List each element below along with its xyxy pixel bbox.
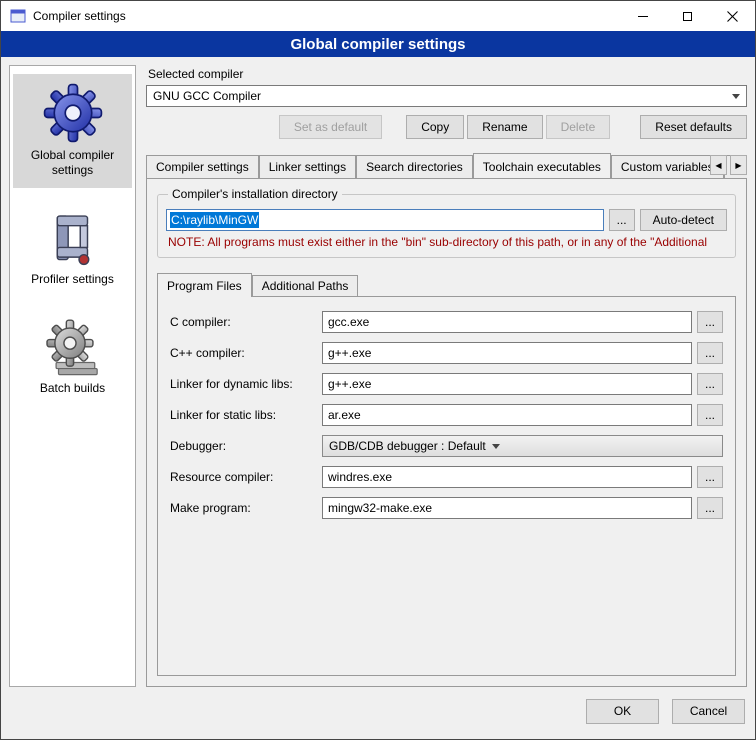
installation-directory-row: C:\raylib\MinGW ... Auto-detect	[166, 209, 727, 231]
chevron-right-icon: ▶	[735, 161, 741, 170]
installation-directory-legend: Compiler's installation directory	[168, 187, 342, 201]
debugger-row: Debugger: GDB/CDB debugger : Default	[170, 435, 723, 457]
app-icon	[9, 7, 27, 25]
tab-scroll-right-button[interactable]: ▶	[730, 155, 747, 175]
tab-search-directories[interactable]: Search directories	[356, 155, 473, 178]
tab-scroll-buttons: ◀ ▶	[710, 155, 747, 175]
toolchain-executables-panel: Compiler's installation directory C:\ray…	[146, 178, 747, 687]
subtab-program-files[interactable]: Program Files	[157, 273, 252, 297]
cpp-compiler-input[interactable]	[322, 342, 692, 364]
auto-detect-button[interactable]: Auto-detect	[640, 209, 727, 231]
dynamic-linker-browse-button[interactable]: ...	[697, 373, 723, 395]
installation-note: NOTE: All programs must exist either in …	[168, 235, 725, 249]
compiler-settings-dialog: Compiler settings Global compiler settin…	[0, 0, 756, 740]
installation-directory-browse-button[interactable]: ...	[609, 209, 635, 231]
sub-tab-bar: Program Files Additional Paths	[157, 272, 736, 296]
make-program-browse-button[interactable]: ...	[697, 497, 723, 519]
dynamic-linker-label: Linker for dynamic libs:	[170, 377, 322, 391]
blue-gear-icon	[42, 82, 104, 144]
profiler-clamp-icon	[44, 210, 102, 268]
subtab-additional-paths[interactable]: Additional Paths	[252, 275, 359, 296]
installation-directory-value: C:\raylib\MinGW	[170, 212, 259, 228]
resource-compiler-browse-button[interactable]: ...	[697, 466, 723, 488]
make-program-row: Make program: ...	[170, 497, 723, 519]
sidebar-item-label: Profiler settings	[31, 272, 114, 287]
chevron-down-icon	[492, 444, 500, 449]
maximize-button[interactable]	[665, 1, 710, 31]
dynamic-linker-row: Linker for dynamic libs: ...	[170, 373, 723, 395]
dialog-footer: OK Cancel	[1, 693, 755, 739]
static-linker-label: Linker for static libs:	[170, 408, 322, 422]
make-program-label: Make program:	[170, 501, 322, 515]
compiler-select[interactable]: GNU GCC Compiler	[146, 85, 747, 107]
sidebar-item-profiler-settings[interactable]: Profiler settings	[13, 202, 132, 297]
program-files-panel: C compiler: ... C++ compiler: ...	[157, 296, 736, 676]
gray-gear-stack-icon	[44, 319, 102, 377]
copy-button[interactable]: Copy	[406, 115, 464, 139]
debugger-select-value: GDB/CDB debugger : Default	[329, 439, 486, 453]
static-linker-input[interactable]	[322, 404, 692, 426]
ok-button[interactable]: OK	[586, 699, 659, 724]
tab-scroll-left-button[interactable]: ◀	[710, 155, 727, 175]
make-program-input[interactable]	[322, 497, 692, 519]
chevron-down-icon	[732, 94, 740, 99]
set-as-default-button[interactable]: Set as default	[279, 115, 382, 139]
c-compiler-row: C compiler: ...	[170, 311, 723, 333]
main-panel: Selected compiler GNU GCC Compiler Set a…	[146, 65, 747, 687]
tab-toolchain-executables[interactable]: Toolchain executables	[473, 153, 611, 178]
sub-tab-strip: Program Files Additional Paths	[157, 272, 736, 296]
tab-strip: Compiler settings Linker settings Search…	[146, 152, 747, 178]
installation-directory-group: Compiler's installation directory C:\ray…	[157, 187, 736, 258]
dialog-content: Global compiler settings Profiler settin…	[1, 57, 755, 693]
dynamic-linker-input[interactable]	[322, 373, 692, 395]
rename-button[interactable]: Rename	[467, 115, 542, 139]
window-title: Compiler settings	[33, 9, 620, 23]
delete-button[interactable]: Delete	[546, 115, 611, 139]
c-compiler-label: C compiler:	[170, 315, 322, 329]
chevron-left-icon: ◀	[715, 161, 721, 170]
resource-compiler-label: Resource compiler:	[170, 470, 322, 484]
title-bar[interactable]: Compiler settings	[1, 1, 755, 31]
tab-compiler-settings[interactable]: Compiler settings	[146, 155, 259, 178]
c-compiler-browse-button[interactable]: ...	[697, 311, 723, 333]
tab-bar: Compiler settings Linker settings Search…	[146, 152, 747, 178]
sidebar-item-batch-builds[interactable]: Batch builds	[13, 311, 132, 406]
minimize-icon	[638, 16, 648, 17]
c-compiler-input[interactable]	[322, 311, 692, 333]
dialog-header: Global compiler settings	[1, 31, 755, 57]
resource-compiler-input[interactable]	[322, 466, 692, 488]
static-linker-row: Linker for static libs: ...	[170, 404, 723, 426]
static-linker-browse-button[interactable]: ...	[697, 404, 723, 426]
minimize-button[interactable]	[620, 1, 665, 31]
cpp-compiler-row: C++ compiler: ...	[170, 342, 723, 364]
sidebar-item-label: Global compiler settings	[15, 148, 130, 178]
resource-compiler-row: Resource compiler: ...	[170, 466, 723, 488]
sidebar-item-label: Batch builds	[40, 381, 105, 396]
sidebar-item-global-compiler-settings[interactable]: Global compiler settings	[13, 74, 132, 188]
cancel-button[interactable]: Cancel	[672, 699, 745, 724]
installation-directory-input[interactable]: C:\raylib\MinGW	[166, 209, 604, 231]
debugger-label: Debugger:	[170, 439, 322, 453]
compiler-buttons-row: Set as default Copy Rename Delete Reset …	[146, 115, 747, 139]
settings-sidebar: Global compiler settings Profiler settin…	[9, 65, 136, 687]
tab-custom-variables[interactable]: Custom variables	[611, 155, 724, 178]
reset-defaults-button[interactable]: Reset defaults	[640, 115, 747, 139]
cpp-compiler-browse-button[interactable]: ...	[697, 342, 723, 364]
debugger-select[interactable]: GDB/CDB debugger : Default	[322, 435, 723, 457]
maximize-icon	[683, 12, 692, 21]
cpp-compiler-label: C++ compiler:	[170, 346, 322, 360]
close-button[interactable]	[710, 1, 755, 31]
tab-linker-settings[interactable]: Linker settings	[259, 155, 356, 178]
compiler-select-value: GNU GCC Compiler	[153, 89, 726, 103]
close-icon	[727, 11, 738, 22]
selected-compiler-label: Selected compiler	[148, 67, 747, 81]
